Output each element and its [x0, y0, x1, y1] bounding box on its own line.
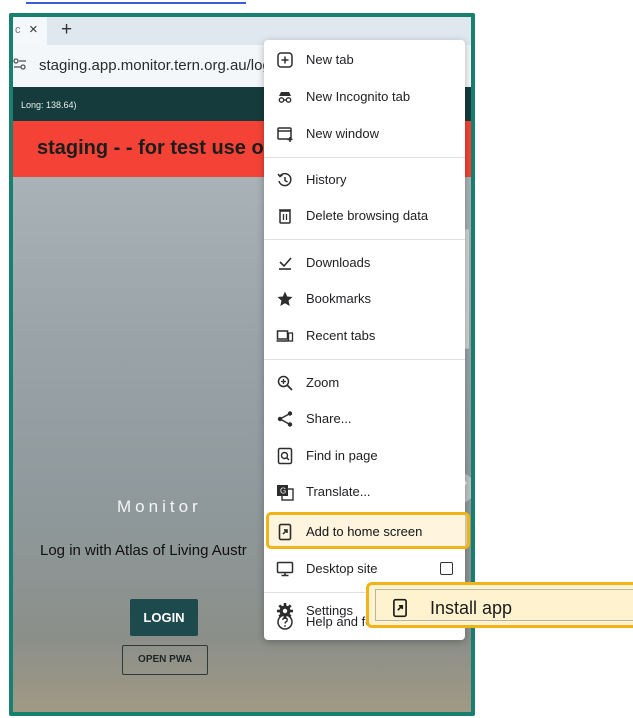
menu-item-label: Downloads: [306, 255, 371, 270]
menu-item-label: Bookmarks: [306, 291, 372, 306]
menu-item-label: Delete browsing data: [306, 208, 429, 223]
install-app-label: Install app: [430, 598, 513, 618]
plus-box-icon: [276, 51, 294, 69]
menu-item-new-window[interactable]: New window: [264, 116, 465, 152]
menu-item-find-in-page[interactable]: Find in page: [264, 438, 465, 474]
translate-icon: G: [276, 483, 294, 501]
app-title: Monitor: [117, 497, 202, 516]
menu-item-label: Recent tabs: [306, 328, 376, 343]
staging-banner-text: staging - - for test use only: [37, 137, 293, 159]
svg-text:G: G: [280, 487, 286, 496]
share-icon: [276, 410, 294, 428]
menu-divider: [264, 239, 465, 240]
menu-item-label: Desktop site: [306, 561, 378, 576]
menu-item-label: Share...: [306, 411, 352, 426]
top-link-underline: [26, 0, 246, 6]
menu-item-label: Find in page: [306, 448, 378, 463]
menu-item-recent-tabs[interactable]: Recent tabs: [264, 318, 465, 354]
menu-divider: [264, 157, 465, 158]
browser-overflow-menu: New tab New Incognito tab New window His…: [264, 40, 465, 640]
menu-item-label: Translate...: [306, 484, 371, 499]
menu-item-label: New tab: [306, 52, 354, 67]
site-settings-icon[interactable]: [13, 57, 27, 71]
trash-icon: [276, 207, 294, 225]
help-icon: [276, 613, 294, 631]
menu-item-delete-browsing-data[interactable]: Delete browsing data: [264, 198, 465, 234]
desktop-icon: [276, 560, 294, 578]
url-text[interactable]: staging.app.monitor.tern.org.au/login: [39, 57, 283, 74]
login-button[interactable]: LOGIN: [130, 599, 198, 636]
menu-item-new-tab[interactable]: New tab: [264, 42, 465, 78]
scrollbar-thumb[interactable]: [465, 229, 469, 349]
install-app-icon: [390, 598, 410, 618]
devices-icon: [276, 327, 294, 345]
add-to-home-highlight: [266, 512, 470, 549]
tab-title-fragment: c: [15, 24, 21, 36]
menu-item-share[interactable]: Share...: [264, 401, 465, 437]
install-app-callout[interactable]: Install app: [366, 582, 633, 628]
browser-tab[interactable]: c ×: [13, 17, 47, 45]
menu-item-label: Zoom: [306, 375, 340, 390]
new-tab-plus-icon[interactable]: +: [61, 19, 72, 41]
tab-close-icon[interactable]: ×: [29, 21, 38, 38]
login-prompt: Log in with Atlas of Living Austr: [40, 542, 247, 559]
menu-item-bookmarks[interactable]: Bookmarks: [264, 281, 465, 317]
zoom-icon: [276, 374, 294, 392]
menu-item-label: New window: [306, 126, 379, 141]
menu-item-zoom[interactable]: Zoom: [264, 365, 465, 401]
menu-item-history[interactable]: History: [264, 162, 465, 198]
find-icon: [276, 447, 294, 465]
star-icon: [276, 290, 294, 308]
open-pwa-button[interactable]: OPEN PWA: [122, 645, 208, 675]
menu-item-translate[interactable]: G Translate...: [264, 474, 465, 510]
menu-divider: [264, 359, 465, 360]
coordinates-text: Long: 138.64): [21, 100, 77, 110]
download-icon: [276, 254, 294, 272]
menu-item-label: New Incognito tab: [306, 89, 411, 104]
desktop-site-checkbox[interactable]: [440, 562, 453, 575]
menu-item-label: History: [306, 172, 347, 187]
history-icon: [276, 171, 294, 189]
new-window-icon: [276, 125, 294, 143]
incognito-icon: [276, 88, 294, 106]
menu-item-downloads[interactable]: Downloads: [264, 245, 465, 281]
menu-item-new-incognito-tab[interactable]: New Incognito tab: [264, 79, 465, 115]
install-app-row[interactable]: Install app: [375, 589, 633, 621]
